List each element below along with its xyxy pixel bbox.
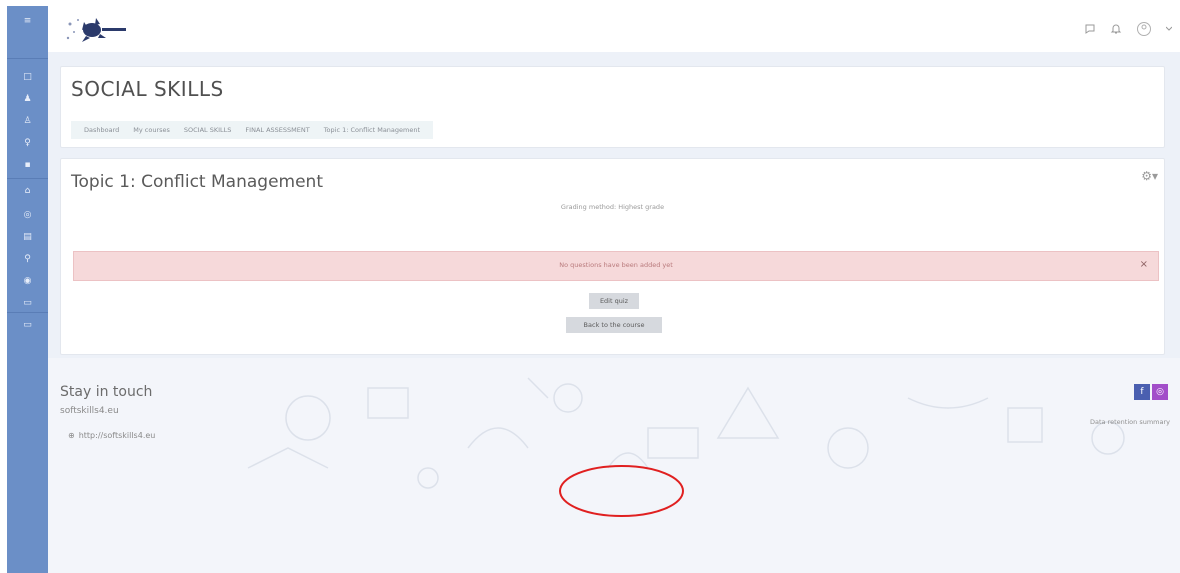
no-questions-alert: No questions have been added yet × xyxy=(73,251,1159,281)
site-logo[interactable] xyxy=(62,12,134,46)
menu-icon[interactable]: ≡ xyxy=(7,12,48,30)
main-region: SOCIAL SKILLS Dashboard My courses SOCIA… xyxy=(48,52,1180,358)
sidebar-item-award-icon[interactable]: ◎ xyxy=(7,206,48,224)
website-link-text[interactable]: http://softskills4.eu xyxy=(79,431,156,440)
facebook-icon[interactable]: f xyxy=(1134,384,1150,400)
bell-icon[interactable] xyxy=(1110,23,1122,35)
back-to-course-button[interactable]: Back to the course xyxy=(566,317,662,333)
annotation-ellipse xyxy=(559,465,684,517)
sidebar-divider xyxy=(7,178,48,179)
sidebar-divider xyxy=(7,58,48,59)
sidebar-item-file-icon[interactable]: ▭ xyxy=(7,316,48,334)
user-icon[interactable] xyxy=(1136,21,1152,37)
stay-in-touch-heading: Stay in touch xyxy=(60,384,153,400)
breadcrumb-item-quiz[interactable]: Topic 1: Conflict Management xyxy=(317,126,427,134)
left-sidebar: ≡ □ ♟ ♙ ♀ ▪ ⌂ ◎ ▤ ⚲ ◉ ▭ ▭ xyxy=(7,6,48,573)
globe-icon: ⊕ xyxy=(68,431,75,440)
quiz-content: Topic 1: Conflict Management ⚙▾ Grading … xyxy=(60,158,1165,355)
sidebar-item-chat-icon[interactable]: ♀ xyxy=(7,134,48,152)
sidebar-item-book-icon[interactable]: ▪ xyxy=(7,156,48,174)
sidebar-item-badge-icon[interactable]: ◉ xyxy=(7,272,48,290)
sidebar-item-bell-icon[interactable]: ♙ xyxy=(7,112,48,130)
sidebar-item-tag-icon[interactable]: ⚲ xyxy=(7,250,48,268)
sidebar-item-home-icon[interactable]: ⌂ xyxy=(7,182,48,200)
sidebar-item-square-icon[interactable]: □ xyxy=(7,68,48,86)
top-navbar xyxy=(48,6,1180,52)
sidebar-divider xyxy=(7,312,48,313)
site-name: softskills4.eu xyxy=(60,406,119,416)
social-links: f ◎ xyxy=(1134,384,1168,400)
navbar-icons xyxy=(1084,21,1172,37)
sidebar-item-people-icon[interactable]: ♟ xyxy=(7,90,48,108)
close-icon[interactable]: × xyxy=(1140,259,1148,270)
quiz-title: Topic 1: Conflict Management xyxy=(71,172,323,192)
edit-quiz-button[interactable]: Edit quiz xyxy=(589,293,639,309)
breadcrumb-item-dashboard[interactable]: Dashboard xyxy=(77,126,126,134)
chevron-down-icon[interactable] xyxy=(1166,26,1172,32)
alert-message: No questions have been added yet xyxy=(559,261,673,269)
instagram-icon[interactable]: ◎ xyxy=(1152,384,1168,400)
sidebar-item-folder-icon[interactable]: ▭ xyxy=(7,294,48,312)
chat-icon[interactable] xyxy=(1084,23,1096,35)
breadcrumb-item-section[interactable]: FINAL ASSESSMENT xyxy=(238,126,316,134)
website-link[interactable]: ⊕ http://softskills4.eu xyxy=(68,431,155,440)
page-header: SOCIAL SKILLS Dashboard My courses SOCIA… xyxy=(60,66,1165,148)
breadcrumb: Dashboard My courses SOCIAL SKILLS FINAL… xyxy=(71,121,434,139)
grading-method: Grading method: Highest grade xyxy=(560,203,665,211)
page-title: SOCIAL SKILLS xyxy=(71,77,224,101)
data-retention-link[interactable]: Data retention summary xyxy=(1090,418,1170,426)
gear-icon[interactable]: ⚙▾ xyxy=(1141,169,1158,183)
breadcrumb-item-course[interactable]: SOCIAL SKILLS xyxy=(177,126,239,134)
breadcrumb-item-my-courses[interactable]: My courses xyxy=(126,126,177,134)
sidebar-item-list-icon[interactable]: ▤ xyxy=(7,228,48,246)
